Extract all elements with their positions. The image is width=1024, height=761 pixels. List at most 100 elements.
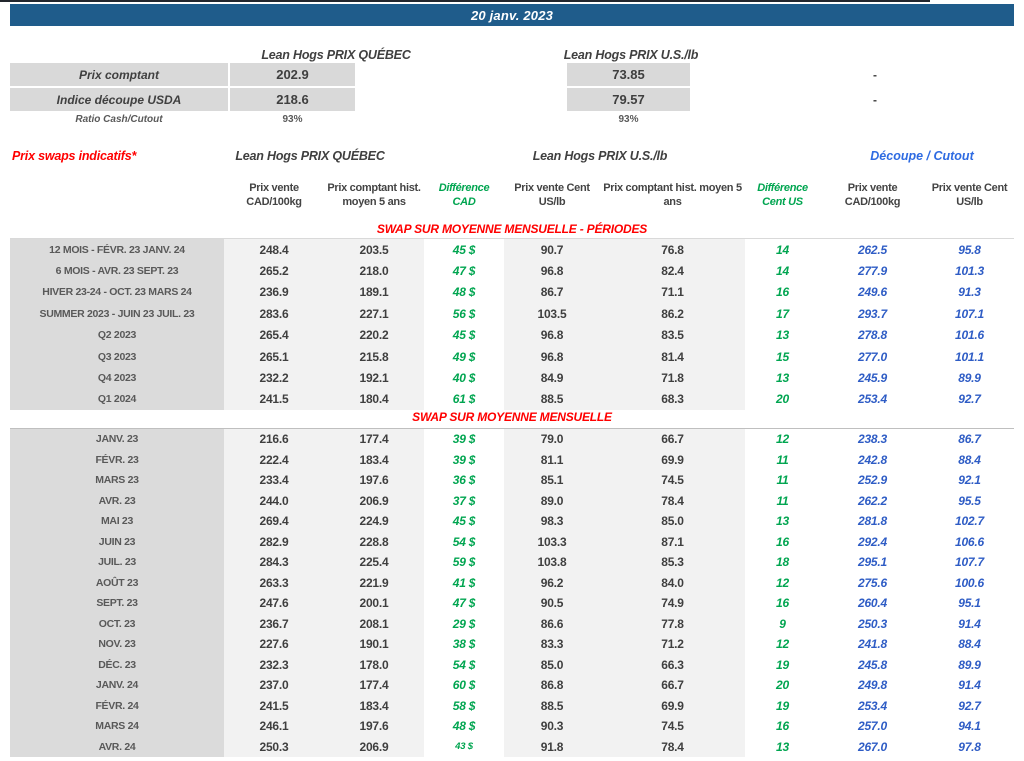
cell-prix-comptant-hist-cad: 206.9 xyxy=(324,736,424,757)
column-header-row: Prix vente CAD/100kg Prix comptant hist.… xyxy=(10,172,1014,219)
cell-prix-comptant-hist-us: 68.3 xyxy=(600,388,745,411)
cell-difference-us: 15 xyxy=(776,349,789,364)
cell-prix-vente-us: 90.3 xyxy=(504,716,600,737)
table-row: JUIN 23 282.9 228.8 54 $ 103.3 87.1 16 292.4 106… xyxy=(10,531,1014,552)
table-row: HIVER 23-24 - OCT. 23 MARS 24 236.9 189.1 4… xyxy=(10,281,1014,304)
table-row: 12 MOIS - FÉVR. 23 JANV. 24 248.4 203.5 45 … xyxy=(10,239,1014,261)
cell-row-label: JUIN 23 xyxy=(10,531,224,552)
cell-prix-comptant-hist-us: 87.1 xyxy=(600,531,745,552)
cell-difference-us: 12 xyxy=(776,432,789,447)
summary-decoupe-dash-2: - xyxy=(873,92,877,107)
cell-difference-us: 13 xyxy=(776,328,789,343)
cell-prix-vente-cad: 265.4 xyxy=(224,324,324,346)
cell-prix-vente-cad: 250.3 xyxy=(224,736,324,757)
cell-row-label: JUIL. 23 xyxy=(10,552,224,573)
cell-prix-vente-cad: 282.9 xyxy=(224,531,324,552)
cell-decoupe-prix-vente-cad: 295.1 xyxy=(857,555,888,570)
cell-prix-comptant-hist-cad: 208.1 xyxy=(324,613,424,634)
cell-difference-cad: 29 $ xyxy=(452,616,476,631)
cell-difference-cad: 41 $ xyxy=(452,575,476,590)
cell-prix-vente-us: 103.8 xyxy=(504,552,600,573)
cell-prix-comptant-hist-cad: 221.9 xyxy=(324,572,424,593)
cell-row-label: FÉVR. 24 xyxy=(10,695,224,716)
cell-row-label: FÉVR. 23 xyxy=(10,449,224,470)
column-header-difference-cad: Différence CAD xyxy=(438,182,490,208)
summary-us-header: Lean Hogs PRIX U.S./lb xyxy=(563,47,699,62)
table-row: AVR. 24 250.3 206.9 43 $ 91.8 78.4 13 267.0 97.8 xyxy=(10,736,1014,757)
cell-prix-vente-us: 91.8 xyxy=(504,736,600,757)
cell-decoupe-prix-vente-cad: 250.3 xyxy=(857,616,888,631)
cell-prix-comptant-hist-us: 84.0 xyxy=(600,572,745,593)
summary-decoupe-dash-1: - xyxy=(873,67,877,82)
cell-difference-us: 16 xyxy=(776,534,789,549)
cell-difference-us: 20 xyxy=(776,678,789,693)
cell-prix-vente-us: 90.5 xyxy=(504,593,600,614)
cell-difference-us: 13 xyxy=(776,739,789,754)
cell-difference-us: 11 xyxy=(776,493,789,508)
table-row: JUIL. 23 284.3 225.4 59 $ 103.8 85.3 18 295.1 10… xyxy=(10,552,1014,573)
cell-prix-vente-cad: 222.4 xyxy=(224,449,324,470)
cell-difference-us: 14 xyxy=(776,264,789,279)
cell-prix-vente-us: 96.8 xyxy=(504,324,600,346)
cell-decoupe-prix-vente-us: 92.1 xyxy=(958,473,981,488)
cell-decoupe-prix-vente-cad: 242.8 xyxy=(857,452,888,467)
cell-decoupe-prix-vente-cad: 277.9 xyxy=(857,264,888,279)
cell-decoupe-prix-vente-cad: 253.4 xyxy=(857,392,888,407)
cell-decoupe-prix-vente-cad: 278.8 xyxy=(857,328,888,343)
cell-prix-vente-cad: 216.6 xyxy=(224,429,324,450)
cell-decoupe-prix-vente-us: 101.1 xyxy=(954,349,985,364)
column-header-difference-us: Différence Cent US xyxy=(757,182,808,208)
cell-decoupe-prix-vente-cad: 253.4 xyxy=(857,698,888,713)
cell-decoupe-prix-vente-us: 100.6 xyxy=(954,575,985,590)
cell-decoupe-prix-vente-us: 107.7 xyxy=(954,555,985,570)
cell-prix-vente-cad: 265.2 xyxy=(224,260,324,282)
section-title-periodes: SWAP SUR MOYENNE MENSUELLE - PÉRIODES xyxy=(376,222,648,236)
cell-difference-us: 12 xyxy=(776,575,789,590)
cell-prix-vente-cad: 248.4 xyxy=(224,239,324,261)
cell-prix-comptant-hist-us: 71.2 xyxy=(600,634,745,655)
decoupe-cutout-header: Découpe / Cutout xyxy=(870,149,974,163)
cell-row-label: 12 MOIS - FÉVR. 23 JANV. 24 xyxy=(10,239,224,261)
cell-decoupe-prix-vente-us: 92.7 xyxy=(958,698,981,713)
cell-row-label: NOV. 23 xyxy=(10,634,224,655)
cell-prix-vente-us: 81.1 xyxy=(504,449,600,470)
cell-difference-cad: 48 $ xyxy=(452,719,476,734)
column-header-prix-vente-cad: Prix vente CAD/100kg xyxy=(246,182,302,208)
cell-decoupe-prix-vente-us: 101.6 xyxy=(954,328,985,343)
table-row: MAI 23 269.4 224.9 45 $ 98.3 85.0 13 281.8 102.7 xyxy=(10,511,1014,532)
cell-difference-us: 16 xyxy=(776,285,789,300)
cell-row-label: Q4 2023 xyxy=(10,367,224,389)
cell-difference-us: 12 xyxy=(776,637,789,652)
table-row: MARS 23 233.4 197.6 36 $ 85.1 74.5 11 252.9 92.1 xyxy=(10,470,1014,491)
summary-label-ratio: Ratio Cash/Cutout xyxy=(75,114,163,125)
cell-prix-comptant-hist-cad: 218.0 xyxy=(324,260,424,282)
cell-decoupe-prix-vente-us: 89.9 xyxy=(958,371,981,386)
cell-prix-vente-us: 96.8 xyxy=(504,260,600,282)
cell-decoupe-prix-vente-cad: 252.9 xyxy=(857,473,888,488)
cell-prix-vente-us: 98.3 xyxy=(504,511,600,532)
cell-decoupe-prix-vente-us: 94.1 xyxy=(958,719,981,734)
cell-prix-comptant-hist-cad: 227.1 xyxy=(324,303,424,325)
cell-row-label: SEPT. 23 xyxy=(10,593,224,614)
cell-row-label: MARS 23 xyxy=(10,470,224,491)
section-title-mensuelle: SWAP SUR MOYENNE MENSUELLE xyxy=(412,410,612,424)
cell-decoupe-prix-vente-cad: 260.4 xyxy=(857,596,888,611)
cell-difference-us: 13 xyxy=(776,514,789,529)
cell-prix-comptant-hist-cad: 183.4 xyxy=(324,695,424,716)
cell-prix-comptant-hist-cad: 228.8 xyxy=(324,531,424,552)
cell-prix-comptant-hist-us: 78.4 xyxy=(600,736,745,757)
table-row: MARS 24 246.1 197.6 48 $ 90.3 74.5 16 257.0 94.1 xyxy=(10,716,1014,737)
swaps-title: Prix swaps indicatifs* xyxy=(12,149,137,163)
cell-difference-us: 16 xyxy=(776,719,789,734)
cell-prix-comptant-hist-cad: 225.4 xyxy=(324,552,424,573)
cell-decoupe-prix-vente-cad: 277.0 xyxy=(857,349,888,364)
cell-decoupe-prix-vente-cad: 267.0 xyxy=(857,739,888,754)
cell-difference-cad: 56 $ xyxy=(452,306,476,321)
cell-prix-comptant-hist-us: 71.1 xyxy=(600,281,745,304)
cell-difference-cad: 48 $ xyxy=(452,285,476,300)
column-header-prix-comptant-hist-cad: Prix comptant hist. moyen 5 ans xyxy=(327,182,421,208)
summary-qc-prix-comptant: 202.9 xyxy=(230,63,355,86)
table-row: JANV. 23 216.6 177.4 39 $ 79.0 66.7 12 238.3 86.… xyxy=(10,429,1014,450)
cell-prix-vente-cad: 263.3 xyxy=(224,572,324,593)
cell-row-label: DÉC. 23 xyxy=(10,654,224,675)
